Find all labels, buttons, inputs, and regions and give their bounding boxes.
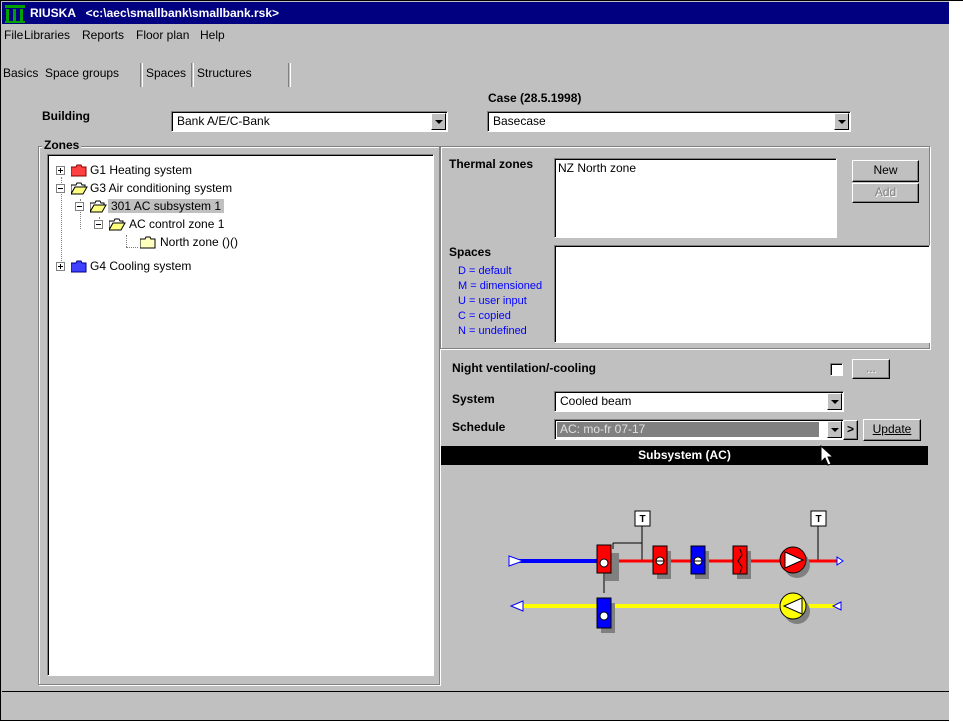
tab-spaces[interactable]: Spaces xyxy=(146,66,186,80)
tree-line xyxy=(126,235,127,247)
schedule-select[interactable]: AC: mo-fr 07-17 xyxy=(554,419,844,440)
tab-separator xyxy=(288,63,291,87)
tab-structures[interactable]: Structures xyxy=(197,66,252,80)
collapse-icon[interactable] xyxy=(56,184,65,193)
thermostat-label: T xyxy=(639,514,645,525)
subsystem-diagram: T T xyxy=(508,510,844,633)
legend-dimensioned: M = dimensioned xyxy=(458,280,543,292)
app-logo-icon xyxy=(5,5,25,23)
case-label: Case (28.5.1998) xyxy=(488,91,582,105)
menu-help[interactable]: Help xyxy=(200,28,225,42)
supply-outlet-icon xyxy=(836,556,844,566)
next-schedule-button[interactable]: > xyxy=(843,420,858,440)
tab-separator xyxy=(191,63,194,87)
chevron-down-icon[interactable] xyxy=(827,393,842,410)
chevron-down-icon[interactable] xyxy=(827,421,842,438)
night-ventilation-label: Night ventilation/-cooling xyxy=(452,361,596,375)
menu-libraries[interactable]: Libraries xyxy=(24,28,70,42)
building-label: Building xyxy=(42,109,90,123)
night-ventilation-checkbox[interactable] xyxy=(830,363,843,376)
supply-inlet-icon xyxy=(508,555,525,567)
system-value: Cooled beam xyxy=(560,394,632,408)
tree-node-label: G4 Cooling system xyxy=(90,259,192,273)
more-button[interactable]: ... xyxy=(852,359,890,379)
tree-node-label: AC control zone 1 xyxy=(129,217,225,231)
spaces-list[interactable] xyxy=(554,245,930,343)
thermal-zones-list[interactable]: NZ North zone xyxy=(554,158,837,238)
svg-text:T: T xyxy=(815,514,821,525)
collapse-icon[interactable] xyxy=(75,202,84,211)
thermostat-icon: T xyxy=(810,510,827,561)
building-value: Bank A/E/C-Bank xyxy=(177,114,270,128)
menu-floor-plan[interactable]: Floor plan xyxy=(136,28,189,42)
list-item[interactable]: NZ North zone xyxy=(558,161,636,175)
update-button[interactable]: Update xyxy=(863,419,921,441)
building-select[interactable]: Bank A/E/C-Bank xyxy=(171,111,448,132)
tab-basics[interactable]: Basics xyxy=(3,66,38,80)
cursor-icon xyxy=(820,445,835,466)
legend-copied: C = copied xyxy=(458,310,511,322)
case-value: Basecase xyxy=(493,114,546,128)
tab-separator xyxy=(140,63,143,87)
legend-user-input: U = user input xyxy=(458,295,527,307)
status-bar xyxy=(2,691,949,721)
schedule-value: AC: mo-fr 07-17 xyxy=(557,422,819,437)
expand-icon[interactable] xyxy=(56,166,65,175)
tab-space-groups[interactable]: Space groups xyxy=(45,66,119,80)
collapse-icon[interactable] xyxy=(94,220,103,229)
legend-undefined: N = undefined xyxy=(458,325,527,337)
folder-closed-icon xyxy=(71,260,87,273)
system-label: System xyxy=(452,392,495,406)
app-name: RIUSKA xyxy=(30,6,76,20)
menu-file[interactable]: File xyxy=(4,28,23,42)
chevron-down-icon[interactable] xyxy=(834,113,849,130)
add-button[interactable]: Add xyxy=(852,183,919,203)
zones-tree[interactable]: G1 Heating system G3 Air conditioning sy… xyxy=(47,154,434,676)
case-select[interactable]: Basecase xyxy=(487,111,851,132)
zones-label: Zones xyxy=(42,138,82,152)
folder-open-icon xyxy=(71,182,88,195)
main-window: RIUSKA <c:\aec\smallbank\smallbank.rsk> … xyxy=(0,0,963,722)
subsystem-title: Subsystem (AC) xyxy=(441,446,928,465)
folder-open-icon xyxy=(109,218,126,231)
schedule-label: Schedule xyxy=(452,420,506,434)
tree-node-label: North zone ()() xyxy=(160,235,239,249)
menu-reports[interactable]: Reports xyxy=(82,28,124,42)
exhaust-outlet-icon xyxy=(509,600,524,612)
folder-open-icon xyxy=(90,200,107,213)
chevron-down-icon[interactable] xyxy=(431,113,446,130)
new-button[interactable]: New xyxy=(852,160,919,182)
title-bar: RIUSKA <c:\aec\smallbank\smallbank.rsk> xyxy=(2,2,949,24)
tree-line xyxy=(126,247,138,248)
tree-node-label: G3 Air conditioning system xyxy=(90,181,233,195)
file-path: <c:\aec\smallbank\smallbank.rsk> xyxy=(85,6,280,20)
folder-closed-icon xyxy=(140,236,156,249)
menu-bar: File Libraries Reports Floor plan Help xyxy=(2,25,949,45)
spaces-label: Spaces xyxy=(449,245,492,259)
system-select[interactable]: Cooled beam xyxy=(554,391,844,412)
tree-node-label: G1 Heating system xyxy=(90,163,193,177)
thermal-zones-label: Thermal zones xyxy=(449,157,534,171)
expand-icon[interactable] xyxy=(56,262,65,271)
tab-strip: Basics Space groups Spaces Structures xyxy=(2,63,402,87)
exhaust-inlet-icon xyxy=(831,601,842,611)
window-edge xyxy=(949,1,963,722)
legend-default: D = default xyxy=(458,265,512,277)
window-title: RIUSKA <c:\aec\smallbank\smallbank.rsk> xyxy=(30,6,279,20)
folder-closed-icon xyxy=(71,164,87,177)
tree-node-label-selected: 301 AC subsystem 1 xyxy=(108,199,225,213)
